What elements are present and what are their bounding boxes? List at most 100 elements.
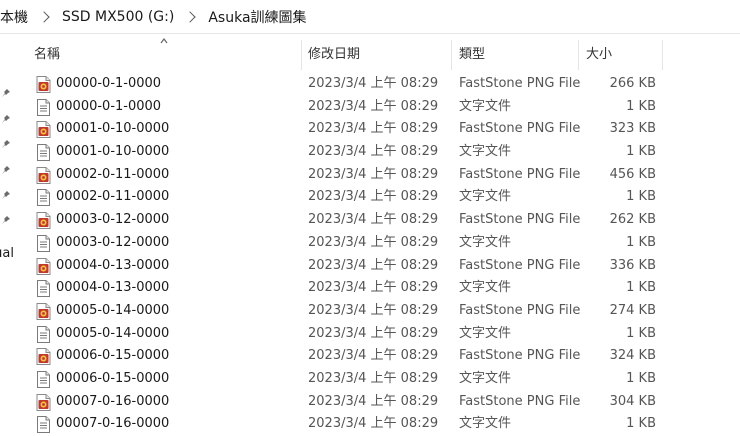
chevron-right-icon[interactable]	[38, 10, 50, 23]
file-size: 1 KB	[626, 416, 656, 432]
file-type: FastStone PNG File	[459, 393, 581, 409]
file-name: 00003-0-12-0000	[56, 234, 170, 250]
file-date: 2023/3/4 上午 08:29	[308, 325, 439, 341]
column-divider[interactable]	[662, 40, 663, 70]
file-row[interactable]: 00000-0-1-0000 2023/3/4 上午 08:29 文字文件 1 KB	[14, 96, 740, 119]
file-row[interactable]: 00002-0-11-0000 2023/3/4 上午 08:29 文字文件 1 KB	[14, 186, 740, 209]
file-name: 00003-0-12-0000	[56, 212, 170, 228]
pin-icon[interactable]	[1, 215, 11, 225]
pin-icon[interactable]	[1, 139, 11, 149]
file-row[interactable]: 00006-0-15-0000 2023/3/4 上午 08:29 FastSton…	[14, 345, 740, 368]
file-date: 2023/3/4 上午 08:29	[308, 370, 439, 386]
file-date: 2023/3/4 上午 08:29	[308, 234, 439, 250]
breadcrumb-item-this-pc[interactable]: 本機	[0, 0, 28, 34]
file-type: 文字文件	[459, 416, 512, 432]
file-date: 2023/3/4 上午 08:29	[308, 280, 439, 296]
file-name: 00006-0-15-0000	[56, 370, 170, 386]
text-file-icon	[36, 144, 51, 162]
file-row[interactable]: 00005-0-14-0000 2023/3/4 上午 08:29 文字文件 1 KB	[14, 323, 740, 346]
file-name: 00007-0-16-0000	[56, 416, 170, 432]
file-name: 00006-0-15-0000	[56, 348, 170, 364]
file-date: 2023/3/4 上午 08:29	[308, 121, 439, 137]
png-file-icon	[36, 348, 51, 366]
file-type: 文字文件	[459, 325, 512, 341]
file-date: 2023/3/4 上午 08:29	[308, 212, 439, 228]
file-row[interactable]: 00004-0-13-0000 2023/3/4 上午 08:29 FastSton…	[14, 255, 740, 278]
file-type: FastStone PNG File	[459, 166, 581, 182]
file-date: 2023/3/4 上午 08:29	[308, 348, 439, 364]
file-type: FastStone PNG File	[459, 212, 581, 228]
file-size: 262 KB	[609, 212, 656, 228]
file-size: 1 KB	[626, 280, 656, 296]
file-size: 304 KB	[609, 393, 656, 409]
file-row[interactable]: 00003-0-12-0000 2023/3/4 上午 08:29 FastSton…	[14, 209, 740, 232]
nav-item-label[interactable]: ual	[0, 246, 14, 261]
file-type: 文字文件	[459, 189, 512, 205]
column-header-name[interactable]: 名稱	[14, 34, 301, 70]
png-file-icon	[36, 121, 51, 139]
file-row[interactable]: 00001-0-10-0000 2023/3/4 上午 08:29 FastSton…	[14, 118, 740, 141]
file-row[interactable]: 00000-0-1-0000 2023/3/4 上午 08:29 FastStone…	[14, 73, 740, 96]
file-size: 1 KB	[626, 234, 656, 250]
breadcrumb-item-drive[interactable]: SSD MX500 (G:)	[62, 0, 174, 34]
column-header-label: 名稱	[34, 46, 61, 62]
file-row[interactable]: 00004-0-13-0000 2023/3/4 上午 08:29 文字文件 1 KB	[14, 277, 740, 300]
png-file-icon	[36, 76, 51, 93]
breadcrumb-label: Asuka訓練圖集	[208, 9, 307, 26]
breadcrumb: 本機 SSD MX500 (G:) Asuka訓練圖集	[0, 0, 740, 34]
file-row[interactable]: 00003-0-12-0000 2023/3/4 上午 08:29 文字文件 1 KB	[14, 232, 740, 255]
file-type: 文字文件	[459, 280, 512, 296]
file-type: 文字文件	[459, 144, 512, 160]
file-date: 2023/3/4 上午 08:29	[308, 144, 439, 160]
png-file-icon	[36, 166, 51, 184]
pin-icon[interactable]	[1, 190, 11, 200]
column-header-size[interactable]: 大小	[566, 34, 662, 70]
file-list: 00000-0-1-0000 2023/3/4 上午 08:29 FastStone…	[14, 73, 740, 436]
file-name: 00001-0-10-0000	[56, 144, 170, 160]
column-header-row: 名稱 修改日期 類型 大小	[14, 34, 740, 70]
text-file-icon	[36, 98, 51, 116]
file-type: FastStone PNG File	[459, 302, 581, 318]
png-file-icon	[36, 302, 51, 320]
file-size: 1 KB	[626, 325, 656, 341]
pin-icon[interactable]	[1, 165, 11, 175]
file-size: 274 KB	[609, 302, 656, 318]
column-header-label: 修改日期	[308, 46, 361, 62]
file-date: 2023/3/4 上午 08:29	[308, 302, 439, 318]
file-date: 2023/3/4 上午 08:29	[308, 76, 439, 91]
file-row[interactable]: 00007-0-16-0000 2023/3/4 上午 08:29 文字文件 1 KB	[14, 413, 740, 436]
file-size: 1 KB	[626, 98, 656, 114]
pin-icon[interactable]	[1, 88, 11, 98]
file-size: 1 KB	[626, 370, 656, 386]
file-row[interactable]: 00001-0-10-0000 2023/3/4 上午 08:29 文字文件 1 KB	[14, 141, 740, 164]
file-row[interactable]: 00007-0-16-0000 2023/3/4 上午 08:29 FastSton…	[14, 391, 740, 414]
file-row[interactable]: 00005-0-14-0000 2023/3/4 上午 08:29 FastSton…	[14, 300, 740, 323]
column-header-date[interactable]: 修改日期	[288, 34, 452, 70]
breadcrumb-label: SSD MX500 (G:)	[62, 8, 175, 25]
file-name: 00004-0-13-0000	[56, 257, 170, 273]
file-name: 00002-0-11-0000	[56, 166, 170, 182]
file-type: FastStone PNG File	[459, 121, 581, 137]
chevron-right-icon[interactable]	[184, 10, 197, 23]
file-name: 00004-0-13-0000	[56, 280, 170, 296]
file-type: FastStone PNG File	[459, 257, 581, 273]
text-file-icon	[36, 189, 51, 207]
file-row[interactable]: 00002-0-11-0000 2023/3/4 上午 08:29 FastSton…	[14, 164, 740, 187]
breadcrumb-label: 本機	[0, 9, 28, 26]
file-date: 2023/3/4 上午 08:29	[308, 257, 439, 273]
text-file-icon	[36, 280, 51, 298]
file-type: FastStone PNG File	[459, 76, 581, 91]
pin-icon[interactable]	[1, 114, 11, 124]
file-name: 00007-0-16-0000	[56, 393, 170, 409]
png-file-icon	[36, 257, 51, 275]
file-row[interactable]: 00006-0-15-0000 2023/3/4 上午 08:29 文字文件 1 KB	[14, 368, 740, 391]
file-size: 1 KB	[626, 189, 656, 205]
breadcrumb-item-folder[interactable]: Asuka訓練圖集	[208, 0, 306, 34]
file-date: 2023/3/4 上午 08:29	[308, 416, 439, 432]
file-size: 336 KB	[609, 257, 656, 273]
navigation-pane: ual	[0, 34, 14, 436]
file-name: 00000-0-1-0000	[56, 76, 162, 91]
column-header-type[interactable]: 類型	[439, 34, 579, 70]
file-date: 2023/3/4 上午 08:29	[308, 393, 439, 409]
file-date: 2023/3/4 上午 08:29	[308, 166, 439, 182]
